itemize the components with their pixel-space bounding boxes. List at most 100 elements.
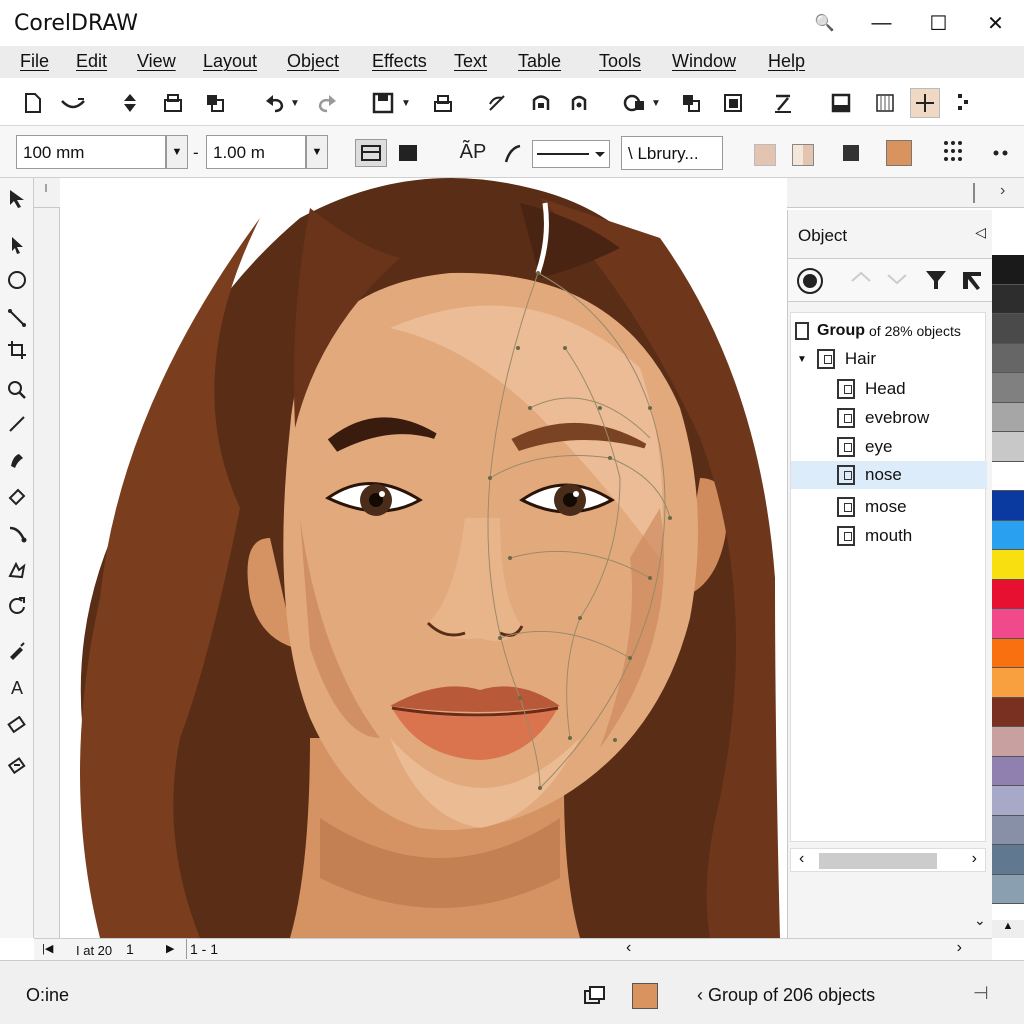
palette-swatch-3[interactable] (992, 343, 1024, 373)
palette-swatch-11[interactable] (992, 579, 1024, 609)
undo-icon[interactable] (262, 90, 288, 116)
wireframe-view-icon[interactable] (355, 139, 387, 167)
shape-tool-icon[interactable] (5, 233, 29, 257)
move-down-icon[interactable] (886, 271, 908, 291)
expand-triangle-icon[interactable]: ▼ (797, 354, 807, 365)
status-fill-swatch[interactable] (632, 983, 658, 1009)
palette-swatch-5[interactable] (992, 402, 1024, 432)
object-color-icon[interactable] (838, 140, 864, 166)
more-options-grid-icon[interactable] (940, 139, 966, 165)
height-dropdown-icon[interactable]: ▼ (306, 135, 328, 169)
zoom-level-icon[interactable] (430, 90, 456, 116)
eyedropper-tool-icon[interactable] (5, 714, 29, 738)
palette-swatch-15[interactable] (992, 697, 1024, 727)
swatch-light-skin[interactable] (754, 144, 776, 166)
interactive-fill-icon[interactable] (5, 754, 29, 778)
corel-connect-icon[interactable] (622, 90, 648, 116)
ellipse-tool-icon[interactable] (5, 268, 29, 292)
application-launcher-icon[interactable] (566, 90, 592, 116)
line-style-selector[interactable] (532, 140, 610, 168)
pen-tool-icon[interactable] (770, 90, 796, 116)
palette-swatch-17[interactable] (992, 756, 1024, 786)
portrait-illustration[interactable] (60, 178, 787, 938)
eraser-tool-icon[interactable] (5, 484, 29, 508)
export-dropdown-icon[interactable]: ▼ (398, 90, 414, 116)
search-icon[interactable]: 🔍 (796, 0, 853, 46)
palette-swatch-16[interactable] (992, 727, 1024, 757)
redo-icon[interactable] (314, 90, 340, 116)
snap-to-icon[interactable] (484, 90, 510, 116)
palette-swatch-13[interactable] (992, 638, 1024, 668)
page-setup-icon[interactable] (720, 90, 746, 116)
full-screen-icon[interactable] (828, 90, 854, 116)
width-field[interactable]: 100 mm (16, 135, 166, 169)
first-page-icon[interactable]: |◀ (42, 942, 53, 955)
grid-icon[interactable] (950, 90, 976, 116)
filter-icon[interactable] (924, 269, 948, 293)
text-on-path-icon[interactable]: A͂P (460, 139, 487, 165)
text-tool-icon[interactable]: A (5, 676, 29, 700)
height-field[interactable]: 1.00 m (206, 135, 306, 169)
move-up-icon[interactable] (850, 271, 872, 291)
tree-row-nose-selected[interactable]: nose (791, 461, 987, 489)
export-icon[interactable] (370, 90, 396, 116)
menu-window[interactable]: Window (672, 51, 736, 72)
rotate-tool-icon[interactable] (5, 594, 29, 618)
overflow-icon[interactable] (988, 140, 1014, 166)
menu-tools[interactable]: Tools (599, 51, 641, 72)
docker-hscroll[interactable]: ‹ › (790, 848, 986, 872)
palette-swatch-20[interactable] (992, 845, 1024, 875)
vertical-ruler[interactable] (34, 208, 60, 938)
palette-swatch-12[interactable] (992, 609, 1024, 639)
connector-tool-icon[interactable] (5, 522, 29, 546)
pick-tool-icon[interactable] (5, 186, 29, 210)
menu-layout[interactable]: Layout (203, 51, 257, 72)
status-pin-icon[interactable]: ⊣ (973, 983, 989, 1004)
freehand-tool-icon[interactable] (5, 412, 29, 436)
chevron-right-icon[interactable]: › (1000, 182, 1005, 200)
drawing-canvas[interactable] (60, 178, 787, 938)
tree-row-group[interactable]: Group of 28% objects (791, 317, 987, 345)
menu-view[interactable]: View (137, 51, 176, 72)
menu-text[interactable]: Text (454, 51, 487, 72)
scroll-thumb[interactable] (819, 853, 937, 869)
close-button[interactable]: ✕ (967, 0, 1024, 46)
menu-effects[interactable]: Effects (372, 51, 427, 72)
palette-swatch-7[interactable] (992, 461, 1024, 491)
connect-dropdown-icon[interactable]: ▼ (648, 90, 664, 116)
docker-menu-icon[interactable]: ◁ (975, 224, 986, 241)
menu-table[interactable]: Table (518, 51, 561, 72)
menu-file[interactable]: File (20, 51, 49, 72)
palette-swatch-19[interactable] (992, 815, 1024, 845)
next-page-icon[interactable]: ▶ (166, 942, 174, 955)
palette-swatch-6[interactable] (992, 432, 1024, 462)
blend-tool-icon[interactable] (5, 558, 29, 582)
chevron-down-icon[interactable]: ⌄ (974, 912, 986, 929)
menu-edit[interactable]: Edit (76, 51, 107, 72)
scroll-right-icon[interactable]: › (972, 850, 977, 868)
palette-swatch-9[interactable] (992, 520, 1024, 550)
rulers-icon[interactable] (872, 90, 898, 116)
swatch-accent[interactable] (886, 140, 912, 166)
palette-scroll-up-icon[interactable]: ▲ (992, 920, 1024, 938)
normal-view-icon[interactable] (395, 140, 421, 166)
collapse-arrow-icon[interactable] (960, 269, 984, 293)
print-icon[interactable] (160, 90, 186, 116)
curve-tool-icon[interactable] (500, 140, 526, 166)
palette-swatch-4[interactable] (992, 373, 1024, 403)
record-icon[interactable] (796, 267, 824, 295)
crop-tool-icon[interactable] (5, 338, 29, 362)
hscroll-left-icon[interactable]: ‹ (626, 939, 631, 957)
layers-icon[interactable] (583, 985, 607, 1005)
palette-swatch-10[interactable] (992, 550, 1024, 580)
menu-help[interactable]: Help (768, 51, 805, 72)
canvas-hscroll[interactable]: ‹ › (614, 938, 992, 960)
publish-icon[interactable] (202, 90, 228, 116)
palette-swatch-2[interactable] (992, 314, 1024, 344)
palette-swatch-0[interactable] (992, 255, 1024, 285)
palette-swatch-14[interactable] (992, 668, 1024, 698)
open-icon[interactable] (60, 90, 86, 116)
palette-swatch-1[interactable] (992, 284, 1024, 314)
import-icon[interactable] (117, 90, 143, 116)
zoom-tool-icon[interactable] (5, 378, 29, 402)
